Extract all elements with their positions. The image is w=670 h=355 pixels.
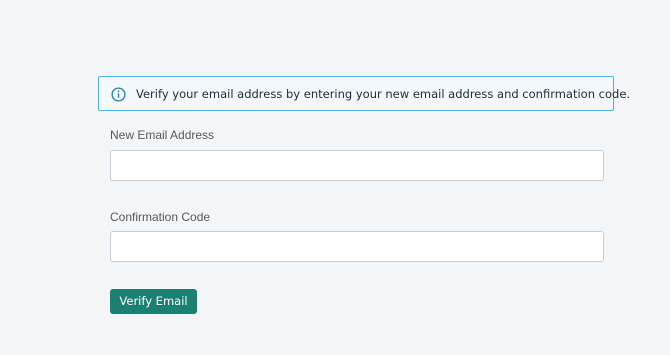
verify-email-button[interactable]: Verify Email (110, 289, 197, 314)
new-email-label: New Email Address (110, 128, 215, 142)
info-banner-text: Verify your email address by entering yo… (136, 87, 631, 101)
confirmation-code-label: Confirmation Code (110, 210, 211, 224)
new-email-input[interactable] (110, 150, 604, 181)
info-banner: Verify your email address by entering yo… (98, 76, 630, 111)
confirmation-code-input[interactable] (110, 231, 604, 262)
info-icon (111, 87, 126, 102)
